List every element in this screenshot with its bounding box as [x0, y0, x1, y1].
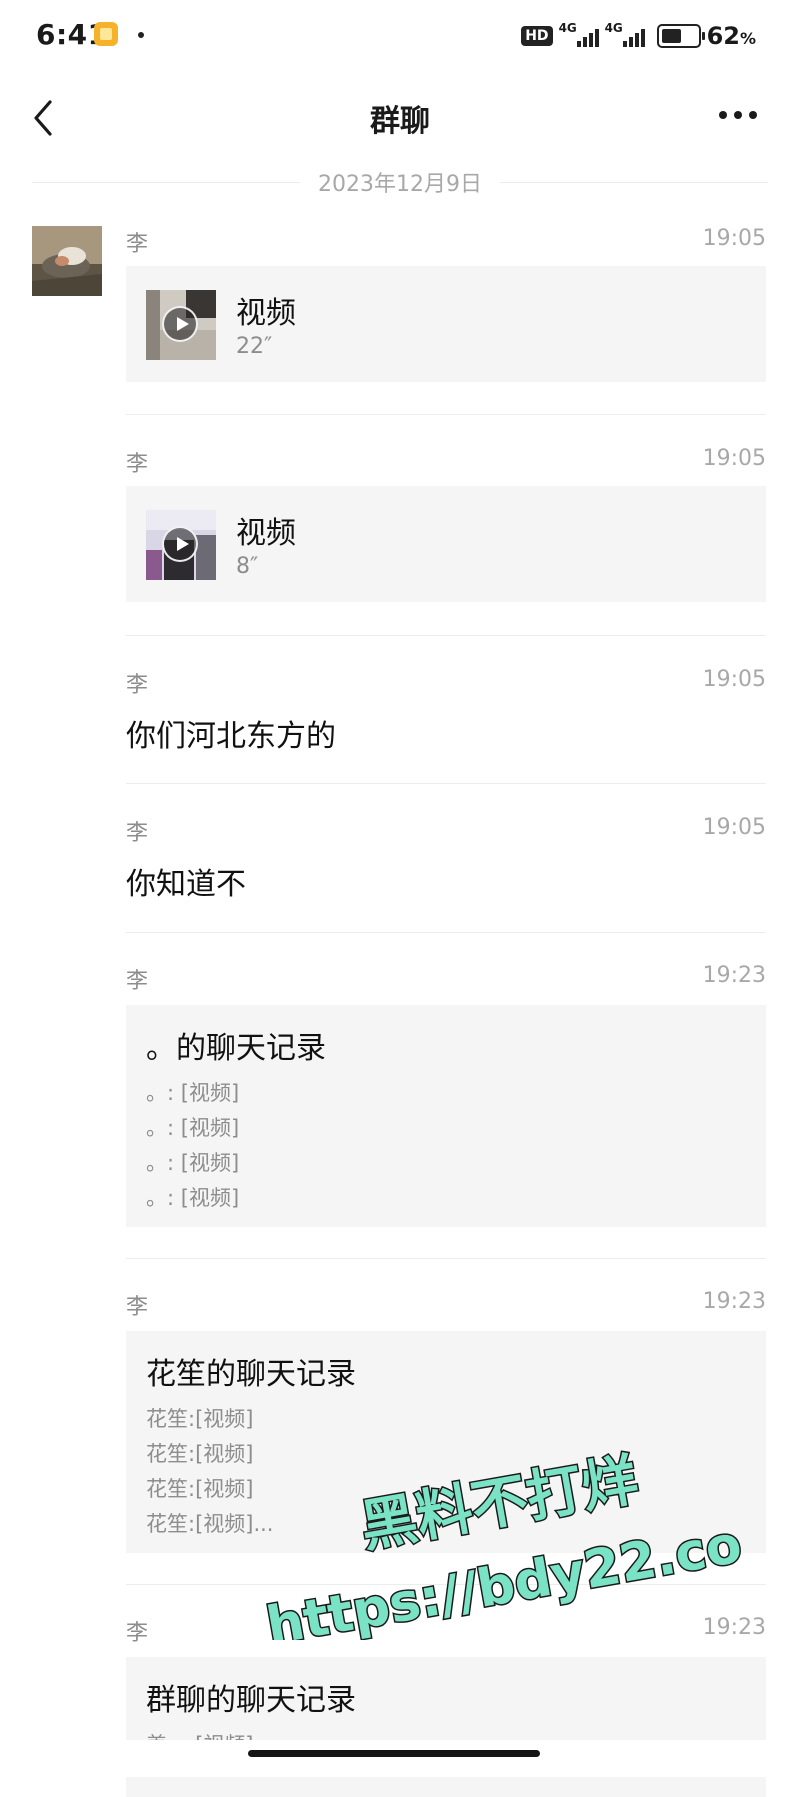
- sender-name: 李: [126, 232, 149, 257]
- chat-record-title: 。的聊天记录: [146, 1031, 326, 1066]
- avatar[interactable]: [32, 226, 102, 296]
- sender-name: 李: [126, 452, 149, 477]
- chat-record-card[interactable]: 花笙的聊天记录 花笙:[视频] 花笙:[视频] 花笙:[视频] 花笙:[视频].…: [126, 1331, 766, 1553]
- network-type-label-2: 4G: [604, 21, 623, 35]
- battery-fill: [661, 29, 681, 43]
- chat-header: 群聊: [0, 72, 800, 162]
- video-thumbnail[interactable]: [146, 510, 216, 580]
- message-divider: [126, 414, 766, 415]
- network-type-label-1: 4G: [558, 21, 577, 35]
- bottom-safe-area: [0, 1740, 800, 1777]
- home-indicator[interactable]: [248, 1750, 540, 1757]
- message-item: 李 19:23 花笙的聊天记录 花笙:[视频] 花笙:[视频] 花笙:[视频] …: [126, 1289, 766, 1559]
- battery-percent-unit: %: [739, 29, 756, 48]
- divider: [500, 181, 769, 183]
- more-options-button[interactable]: [716, 100, 760, 130]
- video-thumbnail[interactable]: [146, 290, 216, 360]
- message-divider: [126, 635, 766, 636]
- text-message[interactable]: 你们河北东方的: [126, 711, 336, 755]
- notification-dot-icon: [138, 32, 144, 38]
- chat-record-line: 。: [视频]: [146, 1186, 240, 1210]
- signal-icon-2: 4G: [605, 21, 645, 47]
- status-bar: 6:41 HD 4G 4G 62%: [0, 0, 800, 72]
- message-time: 19:05: [702, 815, 766, 840]
- message-time: 19:23: [702, 1615, 766, 1640]
- battery-percent-value: 62: [706, 22, 740, 50]
- video-duration: 22″: [236, 334, 273, 359]
- sender-name: 李: [126, 1621, 149, 1646]
- chat-record-title: 花笙的聊天记录: [146, 1357, 356, 1392]
- message-item: 李 19:05 视频 8″: [126, 446, 766, 604]
- message-item: 李 19:05 你知道不: [126, 815, 766, 905]
- message-time: 19:05: [702, 446, 766, 471]
- chat-record-line: 。: [视频]: [146, 1151, 240, 1175]
- video-title: 视频: [236, 296, 296, 331]
- video-duration: 8″: [236, 554, 259, 579]
- chat-record-card[interactable]: 。的聊天记录 。: [视频] 。: [视频] 。: [视频] 。: [视频]: [126, 1005, 766, 1227]
- message-time: 19:05: [702, 667, 766, 692]
- message-divider: [126, 932, 766, 933]
- message-item: 李 19:05 你们河北东方的: [126, 667, 766, 757]
- chat-record-line: 花笙:[视频]...: [146, 1512, 274, 1536]
- message-time: 19:23: [702, 963, 766, 988]
- battery-percent: 62%: [707, 22, 756, 50]
- message-item: 李 19:23 群聊的聊天记录 姜一:[视频]: [126, 1615, 766, 1797]
- chat-record-line: 花笙:[视频]: [146, 1407, 254, 1431]
- date-label: 2023年12月9日: [318, 172, 482, 197]
- chat-record-title: 群聊的聊天记录: [146, 1683, 356, 1718]
- notes-app-icon: [94, 22, 118, 46]
- video-message-card[interactable]: 视频 8″: [126, 486, 766, 602]
- message-time: 19:23: [702, 1289, 766, 1314]
- message-item: 李 19:23 。的聊天记录 。: [视频] 。: [视频] 。: [视频] 。…: [126, 963, 766, 1233]
- divider: [32, 181, 301, 183]
- play-icon: [162, 306, 198, 342]
- hd-voice-icon: HD: [521, 26, 553, 46]
- message-divider: [126, 783, 766, 784]
- chat-record-line: 。: [视频]: [146, 1116, 240, 1140]
- avatar-photo-icon: [32, 226, 102, 296]
- chat-record-line: 花笙:[视频]: [146, 1477, 254, 1501]
- sender-name: 李: [126, 1295, 149, 1320]
- more-dots-icon: [719, 111, 757, 119]
- battery-icon: [656, 24, 705, 48]
- page-title: 群聊: [370, 104, 430, 139]
- text-message[interactable]: 你知道不: [126, 859, 246, 903]
- sender-name: 李: [126, 821, 149, 846]
- video-message-card[interactable]: 视频 22″: [126, 266, 766, 382]
- chat-record-line: 。: [视频]: [146, 1081, 240, 1105]
- sender-name: 李: [126, 673, 149, 698]
- sender-name: 李: [126, 969, 149, 994]
- message-item: 李 19:05 视频 22″: [126, 226, 766, 384]
- chat-record-line: 花笙:[视频]: [146, 1442, 254, 1466]
- message-divider: [126, 1584, 766, 1585]
- message-divider: [126, 1258, 766, 1259]
- play-icon: [162, 526, 198, 562]
- message-time: 19:05: [702, 226, 766, 251]
- date-separator: 2023年12月9日: [32, 162, 769, 202]
- video-title: 视频: [236, 516, 296, 551]
- status-indicators: HD 4G 4G 62%: [521, 21, 756, 50]
- signal-icon-1: 4G: [559, 21, 599, 47]
